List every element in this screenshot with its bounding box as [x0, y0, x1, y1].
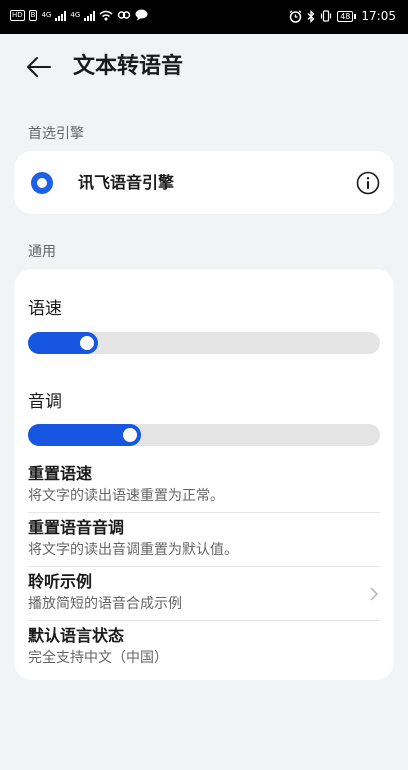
link-icon	[118, 11, 131, 19]
sim-badge: B	[28, 9, 38, 21]
info-icon[interactable]	[356, 171, 380, 195]
bluetooth-icon	[307, 9, 315, 23]
reset-pitch-subtitle: 将文字的读出音调重置为默认值。	[28, 542, 238, 558]
reset-pitch-row[interactable]: 重置语音音调 将文字的读出音调重置为默认值。	[28, 517, 380, 567]
pitch-slider[interactable]	[28, 424, 380, 446]
pitch-slider-thumb[interactable]	[123, 428, 137, 442]
chat-bubble-icon	[135, 9, 148, 21]
pitch-label: 音调	[28, 392, 62, 412]
general-section-label: 通用	[28, 244, 56, 260]
status-bar: HD B 4G 4G 48 17:05	[0, 0, 408, 34]
general-card: 语速 音调 重置语速 将文字的读出语速重置为正常。 重置语音音调 将文字的读出音…	[14, 269, 394, 680]
battery-level: 48	[337, 10, 354, 22]
app-header: 文本转语音	[0, 34, 408, 100]
network-type-label: 4G	[41, 10, 52, 19]
chevron-right-icon	[370, 587, 378, 601]
listen-example-row[interactable]: 聆听示例 播放简短的语音合成示例	[28, 571, 380, 621]
signal-icon	[55, 10, 67, 21]
engine-radio-button[interactable]	[31, 172, 53, 194]
default-language-status-row[interactable]: 默认语言状态 完全支持中文（中国）	[28, 625, 380, 671]
network-type-label-2: 4G	[70, 10, 81, 19]
default-language-status-subtitle: 完全支持中文（中国）	[28, 650, 168, 666]
row-divider	[28, 512, 380, 513]
listen-example-title: 聆听示例	[28, 572, 93, 591]
listen-example-subtitle: 播放简短的语音合成示例	[28, 596, 182, 612]
vibrate-icon	[321, 10, 332, 22]
hd-badge: HD	[10, 9, 25, 21]
engine-card: 讯飞语音引擎	[14, 151, 394, 214]
back-arrow-icon[interactable]	[24, 52, 54, 82]
wifi-icon	[99, 10, 113, 20]
row-divider	[28, 566, 380, 567]
battery-icon: 48	[337, 10, 357, 22]
reset-pitch-title: 重置语音音调	[28, 518, 125, 537]
reset-speech-rate-subtitle: 将文字的读出语速重置为正常。	[28, 488, 224, 504]
default-language-status-title: 默认语言状态	[28, 626, 125, 645]
page-title: 文本转语音	[73, 54, 184, 79]
speech-rate-slider[interactable]	[28, 332, 380, 354]
status-time: 17:05	[361, 9, 396, 23]
reset-speech-rate-row[interactable]: 重置语速 将文字的读出语速重置为正常。	[28, 463, 380, 513]
preferred-engine-section-label: 首选引擎	[28, 126, 84, 142]
speech-rate-label: 语速	[28, 299, 62, 319]
speech-rate-slider-thumb[interactable]	[80, 336, 94, 350]
row-divider	[28, 620, 380, 621]
reset-speech-rate-title: 重置语速	[28, 464, 93, 483]
signal-icon-2	[84, 10, 96, 21]
alarm-icon	[289, 9, 302, 23]
engine-name[interactable]: 讯飞语音引擎	[78, 172, 174, 194]
